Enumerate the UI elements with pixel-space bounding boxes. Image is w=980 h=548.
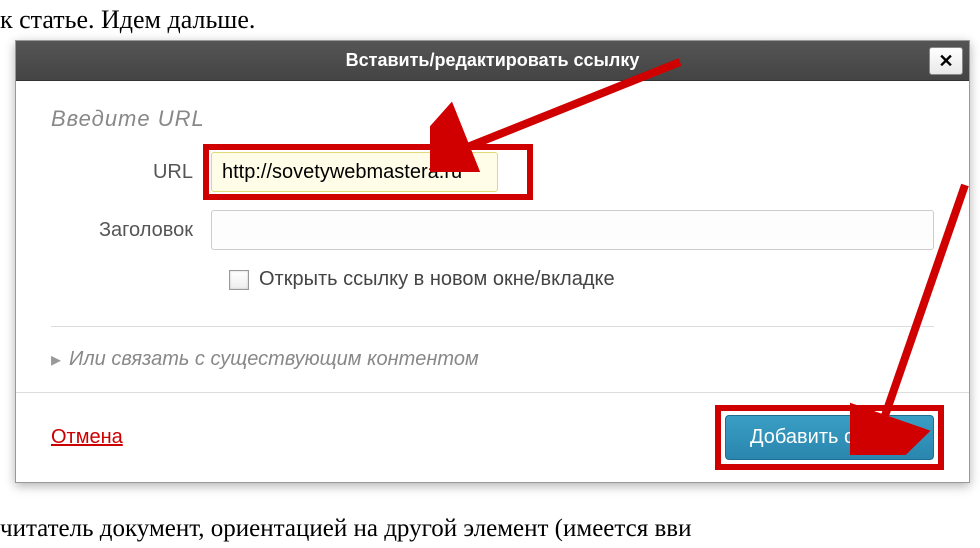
expand-section: ▸ Или связать с существующим контентом	[51, 326, 934, 372]
dialog-body: Введите URL URL Заголовок Открыть ссылку…	[16, 81, 969, 392]
background-text-bottom: читатель документ, ориентацией на другой…	[0, 515, 691, 543]
dialog-footer: Отмена Добавить ссылку	[16, 392, 969, 482]
close-icon: ✕	[938, 51, 953, 72]
add-link-button[interactable]: Добавить ссылку	[725, 415, 934, 460]
link-dialog: Вставить/редактировать ссылку ✕ Введите …	[15, 40, 970, 483]
cancel-button[interactable]: Отмена	[51, 426, 123, 449]
background-text-top: к статье. Идем дальше.	[0, 5, 255, 35]
section-heading: Введите URL	[51, 106, 934, 132]
checkbox-row: Открыть ссылку в новом окне/вкладке	[229, 268, 934, 291]
url-input[interactable]	[211, 152, 498, 192]
checkbox-label: Открыть ссылку в новом окне/вкладке	[259, 268, 615, 291]
expand-label: Или связать с существующим контентом	[69, 348, 479, 371]
title-input[interactable]	[211, 210, 934, 250]
url-label: URL	[51, 161, 211, 184]
expand-existing-content[interactable]: ▸ Или связать с существующим контентом	[51, 347, 934, 372]
title-row: Заголовок	[51, 210, 934, 250]
chevron-right-icon: ▸	[51, 347, 61, 372]
title-label: Заголовок	[51, 219, 211, 242]
url-row: URL	[51, 152, 934, 192]
new-tab-checkbox[interactable]	[229, 270, 249, 290]
close-button[interactable]: ✕	[929, 47, 963, 75]
dialog-title: Вставить/редактировать ссылку	[346, 50, 640, 71]
dialog-titlebar: Вставить/редактировать ссылку ✕	[16, 41, 969, 81]
